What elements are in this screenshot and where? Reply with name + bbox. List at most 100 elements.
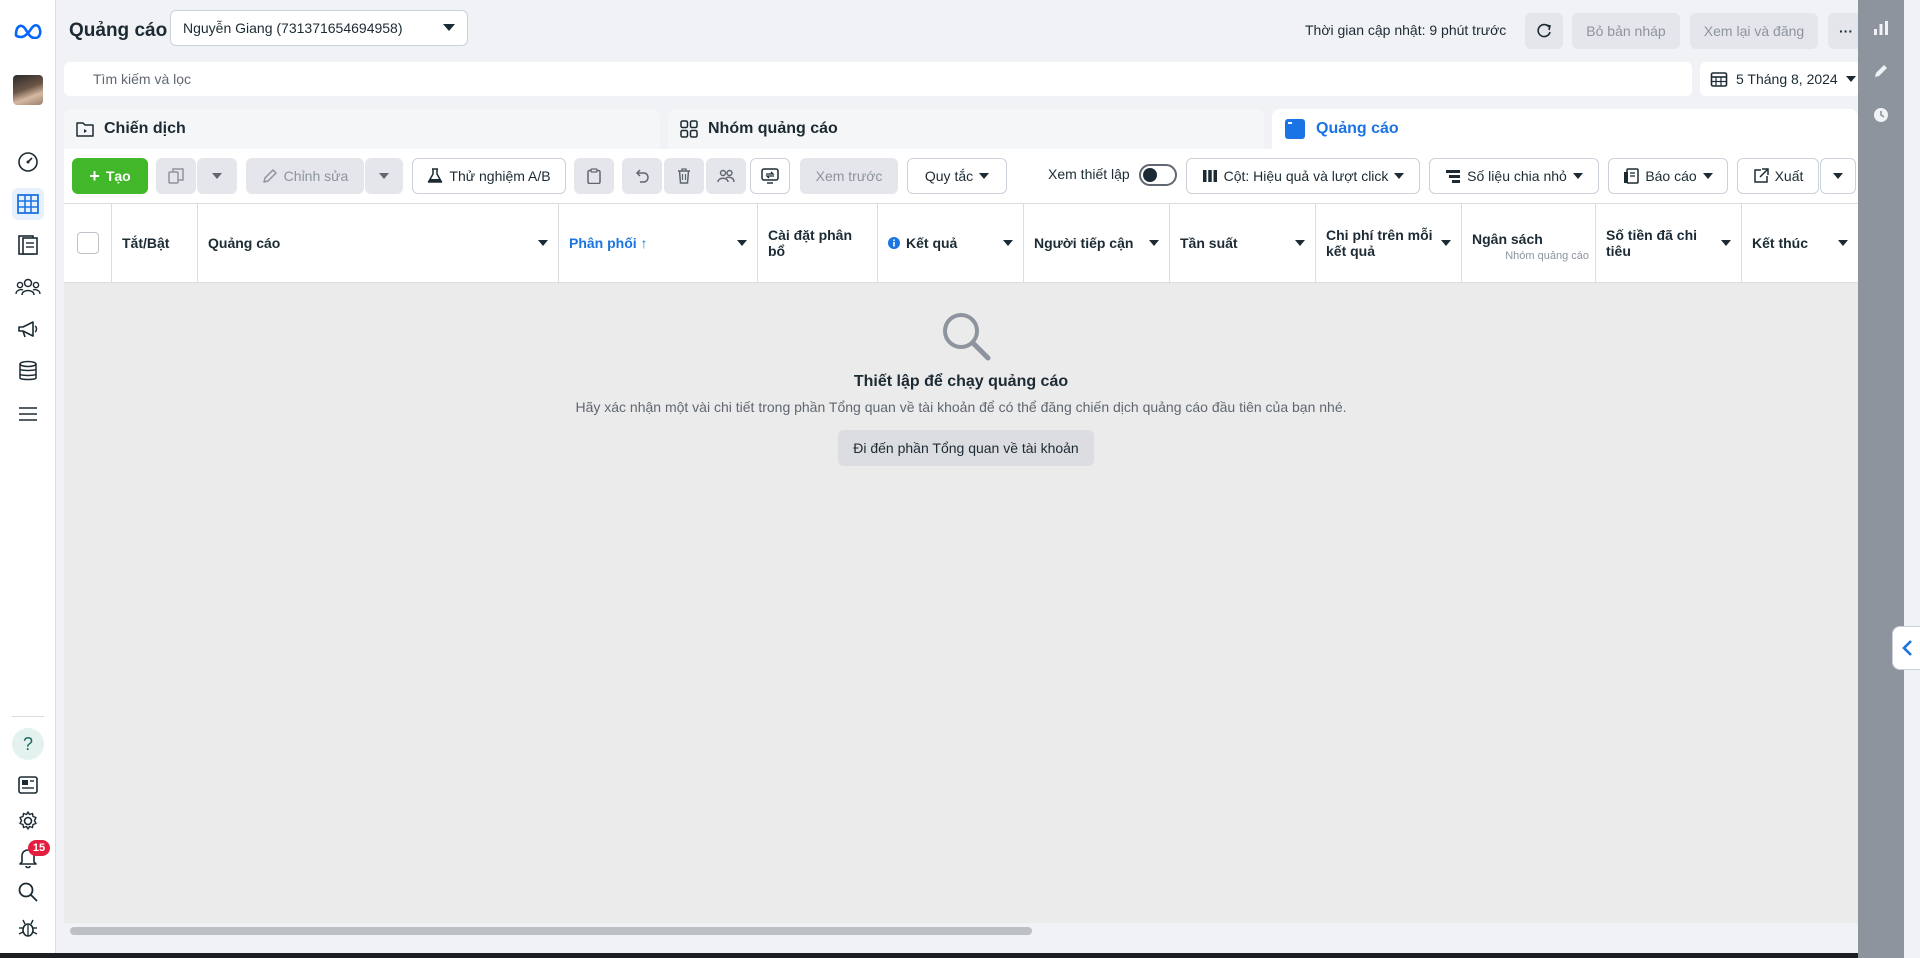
column-header-ad-name[interactable]: Quảng cáo [198,204,559,282]
account-overview-button[interactable]: Đi đến phần Tổng quan về tài khoản [838,430,1094,466]
rules-label: Quy tắc [924,168,974,184]
discard-draft-button[interactable]: Bỏ bản nháp [1572,13,1680,49]
pages-icon[interactable] [12,229,44,261]
info-icon[interactable] [888,237,900,249]
calendar-icon [1710,70,1728,88]
column-header-label: Kết quả [906,235,958,251]
edit-pencil-icon[interactable] [1873,63,1889,79]
column-header-attribution[interactable]: Cài đặt phân bổ [758,204,878,282]
pencil-icon [262,168,278,184]
column-header-label: Quảng cáo [208,235,281,251]
manage-audience-button[interactable] [706,158,746,194]
date-range-picker[interactable]: 5 Tháng 8, 2024 [1700,62,1860,96]
page-title: Quảng cáo [69,20,168,41]
column-header-toggle[interactable]: Tắt/Bật [112,204,198,282]
last-updated-text: Thời gian cập nhật: 9 phút trước [1305,22,1507,38]
caret-down-icon[interactable] [1721,240,1731,247]
column-header-label: Tần suất [1180,235,1238,251]
undo-button[interactable] [622,158,662,194]
caret-down-icon[interactable] [1441,240,1451,247]
delete-button[interactable] [664,158,704,194]
column-header-label: Ngân sách [1472,231,1543,247]
billing-database-icon[interactable] [12,355,44,387]
search-filter-input[interactable]: Tìm kiếm và lọc [64,62,1692,96]
preview-button[interactable]: Xem trước [800,158,898,194]
export-button[interactable]: Xuất [1737,158,1819,194]
tab-adsets[interactable]: Nhóm quảng cáo [668,109,1264,149]
all-tools-menu-icon[interactable] [12,398,44,430]
right-side-panel [1858,0,1904,958]
collapse-panel-button[interactable] [1892,626,1920,670]
column-header-cost-per-result[interactable]: Chi phí trên mỗi kết quả [1316,204,1462,282]
view-setup-label: Xem thiết lập [1048,166,1130,182]
duplicate-dropdown-button[interactable] [197,158,237,194]
grid-icon [680,120,698,138]
edit-dropdown-button[interactable] [365,158,403,194]
caret-down-icon[interactable] [1003,240,1013,247]
people-icon [717,169,735,183]
right-edge [1904,0,1920,958]
caret-down-icon[interactable] [1149,240,1159,247]
tab-campaigns[interactable]: Chiến dịch [64,109,660,149]
scrollbar-thumb[interactable] [70,927,1032,935]
ad-account-selector[interactable]: Nguyễn Giang (731371654694958) [170,10,468,46]
meta-logo-icon[interactable] [12,14,44,46]
rules-button[interactable]: Quy tắc [907,158,1007,194]
breakdown-button[interactable]: Số liệu chia nhỏ [1429,158,1599,194]
caret-down-icon [979,172,990,180]
column-header-ends[interactable]: Kết thúc [1742,204,1858,282]
caret-down-icon [1572,172,1583,180]
left-nav: ? 15 [0,0,56,958]
column-header-amount-spent[interactable]: Số tiền đã chi tiêu [1596,204,1742,282]
profile-avatar[interactable] [12,74,44,106]
tab-ads-label: Quảng cáo [1316,120,1399,137]
ab-test-button[interactable]: Thử nghiệm A/B [412,158,566,194]
columns-button[interactable]: Cột: Hiệu quả và lượt click [1186,158,1420,194]
folder-icon [76,121,94,137]
chart-bars-icon[interactable] [1873,20,1889,36]
caret-down-icon[interactable] [1295,240,1305,247]
nav-divider [12,716,44,717]
column-header-results[interactable]: Kết quả [878,204,1024,282]
columns-label: Cột: Hiệu quả và lượt click [1223,168,1389,184]
ab-test-label: Thử nghiệm A/B [449,168,551,184]
duplicate-button[interactable] [156,158,196,194]
edit-button[interactable]: Chỉnh sửa [246,158,364,194]
audiences-icon[interactable] [12,271,44,303]
dashboard-gauge-icon[interactable] [12,146,44,178]
column-header-label: Chi phí trên mỗi kết quả [1326,227,1433,259]
column-header-reach[interactable]: Người tiếp cận [1024,204,1170,282]
breakdown-icon [1445,169,1461,183]
edit-label: Chỉnh sửa [283,168,349,184]
column-header-budget[interactable]: Ngân sách Nhóm quảng cáo [1462,204,1596,282]
history-clock-icon[interactable] [1873,107,1889,123]
column-header-delivery[interactable]: Phân phối ↑ [559,204,758,282]
caret-down-icon[interactable] [1838,240,1848,247]
caret-down-icon[interactable] [737,240,747,247]
reports-button[interactable]: Báo cáo [1608,158,1728,194]
select-all-checkbox[interactable] [76,232,99,254]
megaphone-icon[interactable] [12,313,44,345]
report-bug-icon[interactable] [12,912,44,944]
tab-ads[interactable]: Quảng cáo [1272,109,1858,149]
caret-down-icon[interactable] [538,240,548,247]
export-dropdown-button[interactable] [1820,158,1856,194]
clipboard-icon [587,168,601,184]
review-publish-button[interactable]: Xem lại và đăng [1690,13,1818,49]
clipboard-button[interactable] [574,158,614,194]
settings-gear-icon[interactable] [12,805,44,837]
create-button[interactable]: + Tạo [72,158,148,194]
help-icon[interactable]: ? [12,728,44,760]
news-feed-icon[interactable] [12,769,44,801]
refresh-button[interactable] [1525,13,1563,49]
search-placeholder: Tìm kiếm và lọc [93,71,192,87]
switch-rule-button[interactable] [750,158,790,194]
search-icon[interactable] [12,876,44,908]
view-setup-toggle[interactable] [1139,164,1177,186]
caret-down-icon [443,24,455,32]
ads-manager-table-icon[interactable] [12,188,44,220]
caret-down-icon [379,172,389,180]
column-header-frequency[interactable]: Tần suất [1170,204,1316,282]
caret-down-icon [1833,172,1843,180]
tab-adsets-label: Nhóm quảng cáo [708,120,838,137]
